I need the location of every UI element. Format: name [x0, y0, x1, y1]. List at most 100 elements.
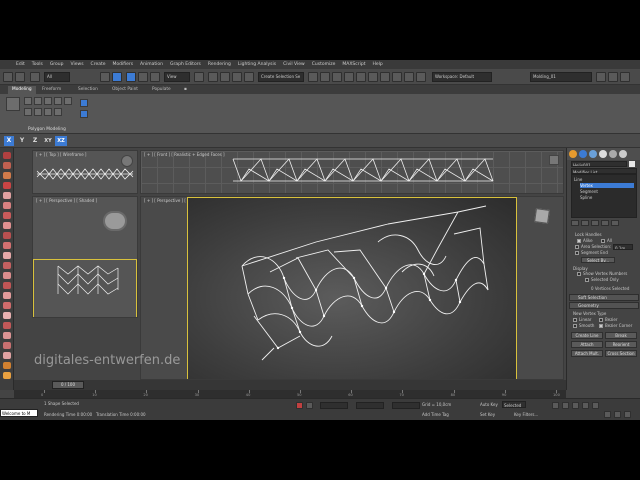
- utilities-tab-icon[interactable]: [619, 150, 627, 158]
- auto-key-button[interactable]: Auto Key: [480, 402, 498, 407]
- menu-tools[interactable]: Tools: [32, 62, 43, 67]
- create-line-button[interactable]: Create Line: [571, 332, 603, 339]
- ribbon-toggle-icon[interactable]: [80, 110, 88, 118]
- configure-sets-icon[interactable]: [611, 220, 619, 226]
- ribbon-toggle-icon[interactable]: [80, 99, 88, 107]
- menu-graph-editors[interactable]: Graph Editors: [170, 62, 201, 67]
- zoom-icon[interactable]: [604, 411, 611, 418]
- tab-populate[interactable]: Populate: [148, 86, 175, 94]
- workspace-dropdown[interactable]: Workspace: Default: [432, 72, 492, 82]
- menu-rendering[interactable]: Rendering: [208, 62, 231, 67]
- ribbon-tool-icon[interactable]: [24, 108, 32, 116]
- viewcube-icon[interactable]: [534, 208, 550, 224]
- layer-explorer-icon[interactable]: [332, 72, 342, 82]
- polygon-modeling-label[interactable]: Polygon Modeling: [28, 127, 66, 132]
- swatch-icon[interactable]: [3, 272, 11, 279]
- goto-end-icon[interactable]: [592, 402, 599, 409]
- swatch-icon[interactable]: [3, 362, 11, 369]
- viewport-top[interactable]: [ + ] [ Top ] [ Wireframe ]: [32, 150, 138, 194]
- angle-snap-icon[interactable]: [220, 72, 230, 82]
- select-by-button[interactable]: Select By...: [581, 257, 615, 263]
- create-tab-icon[interactable]: [569, 150, 577, 158]
- ribbon-tool-icon[interactable]: [44, 108, 52, 116]
- snap-toggle-icon[interactable]: [208, 72, 218, 82]
- segment-end-checkbox[interactable]: [575, 251, 579, 255]
- object-name-field[interactable]: Helix001: [571, 161, 627, 167]
- swatch-icon[interactable]: [3, 192, 11, 199]
- play-icon[interactable]: [572, 402, 579, 409]
- undo-icon[interactable]: [3, 72, 13, 82]
- swatch-icon[interactable]: [3, 182, 11, 189]
- swatch-icon[interactable]: [3, 352, 11, 359]
- show-vertex-numbers-checkbox[interactable]: [577, 272, 581, 276]
- cross-section-button[interactable]: Cross Section: [605, 350, 637, 357]
- axis-z-button[interactable]: Z: [30, 136, 40, 146]
- pan-icon[interactable]: [614, 411, 621, 418]
- menu-lighting-analysis[interactable]: Lighting Analysis: [238, 62, 276, 67]
- goto-start-icon[interactable]: [552, 402, 559, 409]
- linear-radio[interactable]: [573, 318, 577, 322]
- object-color-swatch[interactable]: [629, 161, 635, 167]
- menu-create[interactable]: Create: [91, 62, 106, 67]
- viewport-front[interactable]: [ + ] [ Front ] [ Realistic + Edged Face…: [140, 150, 564, 194]
- show-end-result-icon[interactable]: [581, 220, 589, 226]
- redo-icon[interactable]: [15, 72, 25, 82]
- material-editor-icon[interactable]: [380, 72, 390, 82]
- alike-radio[interactable]: [577, 239, 581, 243]
- attach-mult-button[interactable]: Attach Mult.: [571, 350, 603, 357]
- bezier-radio[interactable]: [599, 318, 603, 322]
- select-object-icon[interactable]: [112, 72, 122, 82]
- viewcube-icon[interactable]: [103, 211, 127, 231]
- move-icon[interactable]: [608, 72, 618, 82]
- previous-frame-icon[interactable]: [562, 402, 569, 409]
- make-unique-icon[interactable]: [591, 220, 599, 226]
- orbit-icon[interactable]: [624, 411, 631, 418]
- swatch-icon[interactable]: [3, 322, 11, 329]
- key-filters-button[interactable]: Key Filters...: [514, 412, 538, 417]
- border-mode-icon[interactable]: [44, 97, 52, 105]
- menu-group[interactable]: Group: [50, 62, 64, 67]
- x-coordinate-field[interactable]: [320, 402, 348, 409]
- swatch-icon[interactable]: [3, 242, 11, 249]
- stack-item-spline[interactable]: Spline: [580, 195, 592, 200]
- ribbon-options-icon[interactable]: ▪: [180, 86, 191, 94]
- time-slider[interactable]: 0 / 100: [14, 380, 566, 390]
- axis-xz-button[interactable]: XZ: [55, 136, 67, 146]
- render-production-icon[interactable]: [416, 72, 426, 82]
- menu-civil-view[interactable]: Civil View: [283, 62, 305, 67]
- swatch-icon[interactable]: [3, 372, 11, 379]
- tab-freeform[interactable]: Freeform: [38, 86, 65, 94]
- swatch-icon[interactable]: [3, 162, 11, 169]
- modify-tab-icon[interactable]: [579, 150, 587, 158]
- vertex-mode-icon[interactable]: [24, 97, 32, 105]
- swatch-icon[interactable]: [3, 172, 11, 179]
- select-move-icon[interactable]: [126, 72, 136, 82]
- viewcube-icon[interactable]: [121, 155, 133, 167]
- spinner-snap-icon[interactable]: [244, 72, 254, 82]
- swatch-icon[interactable]: [3, 302, 11, 309]
- soft-selection-rollout[interactable]: Soft Selection: [569, 294, 639, 301]
- axis-xy-button[interactable]: XY: [42, 136, 54, 146]
- time-slider-thumb[interactable]: 0 / 100: [52, 381, 84, 389]
- swatch-icon[interactable]: [3, 152, 11, 159]
- link-icon[interactable]: [30, 72, 40, 82]
- attach-button[interactable]: Attach: [571, 341, 603, 348]
- swatch-icon[interactable]: [3, 232, 11, 239]
- swatch-icon[interactable]: [3, 222, 11, 229]
- selection-lock-icon[interactable]: [306, 402, 313, 409]
- menu-animation[interactable]: Animation: [140, 62, 163, 67]
- ribbon-tool-icon[interactable]: [34, 108, 42, 116]
- add-icon[interactable]: [596, 72, 606, 82]
- swatch-icon[interactable]: [3, 342, 11, 349]
- edge-mode-icon[interactable]: [34, 97, 42, 105]
- select-scale-icon[interactable]: [150, 72, 160, 82]
- element-mode-icon[interactable]: [64, 97, 72, 105]
- bezier-corner-radio[interactable]: [599, 324, 603, 328]
- render-setup-icon[interactable]: [392, 72, 402, 82]
- edit-poly-icon[interactable]: [6, 97, 20, 111]
- stack-item-vertex[interactable]: Vertex: [580, 183, 634, 188]
- schematic-view-icon[interactable]: [368, 72, 378, 82]
- stack-item-segment[interactable]: Segment: [580, 189, 598, 194]
- y-coordinate-field[interactable]: [356, 402, 384, 409]
- viewport-label-left[interactable]: [ + ] [ Perspective ] [ Shaded ]: [36, 198, 97, 203]
